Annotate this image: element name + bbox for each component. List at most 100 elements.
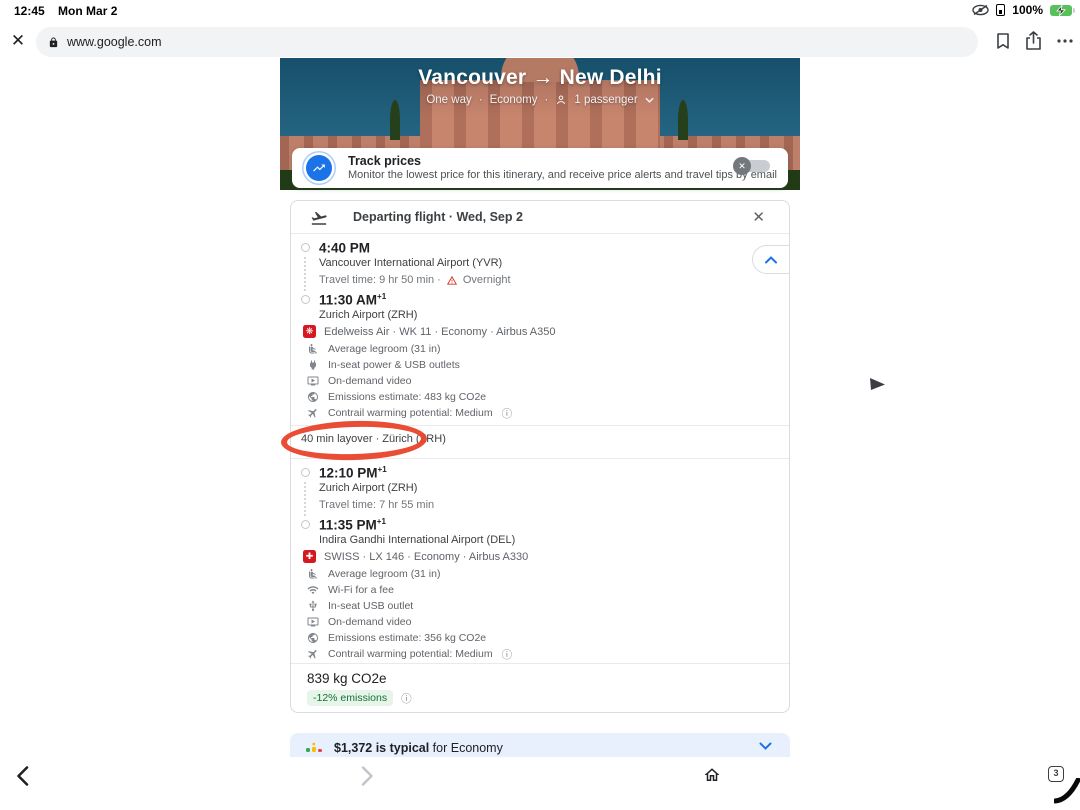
amenity-row: Average legroom (31 in) — [307, 342, 440, 356]
route-destination: New Delhi — [560, 66, 662, 89]
contrail-icon — [307, 407, 319, 419]
chevron-up-icon — [765, 256, 777, 264]
track-prices-card: Track prices Monitor the lowest price fo… — [292, 148, 788, 188]
route-arrow-icon: → — [532, 66, 553, 89]
info-icon[interactable]: ⓘ — [401, 691, 412, 706]
globe-icon — [307, 632, 319, 644]
amenity-row: Average legroom (31 in) — [307, 567, 440, 581]
info-icon[interactable]: ⓘ — [502, 406, 513, 421]
segment2-arrival-time: 11:35 PM+1 — [319, 517, 386, 533]
amenity-row: Contrail warming potential: Medium ⓘ — [307, 406, 512, 420]
segment2-airline-row: ✚ SWISS · LX 146 · Economy · Airbus A330 — [303, 550, 528, 563]
segment1-travel-time: Travel time: 9 hr 50 min · Overnight — [319, 274, 511, 286]
browser-toolbar: ✕ www.google.com — [0, 24, 1080, 60]
chevron-down-icon[interactable] — [759, 742, 772, 751]
departing-flight-title: Departing flight · Wed, Sep 2 — [353, 210, 523, 224]
home-icon[interactable] — [703, 766, 721, 784]
chevron-down-icon[interactable] — [645, 97, 654, 103]
trip-cabin: Economy — [490, 94, 538, 106]
amenity-row: Wi-Fi for a fee — [307, 583, 394, 597]
battery-charging-icon — [1050, 5, 1072, 16]
forward-icon[interactable] — [361, 766, 374, 786]
swiss-logo-icon: ✚ — [303, 550, 316, 563]
mouse-cursor — [870, 377, 886, 392]
share-icon[interactable] — [1025, 31, 1042, 50]
back-icon[interactable] — [16, 766, 29, 786]
warning-icon — [446, 275, 458, 286]
separator: · — [545, 94, 549, 106]
toggle-off-x-icon: ✕ — [733, 157, 751, 175]
hero-tree — [390, 100, 400, 140]
segment2-travel-time: Travel time: 7 hr 55 min — [319, 499, 434, 511]
segment1-airline-info: Edelweiss Air · WK 11 · Economy · Airbus… — [324, 326, 556, 338]
track-prices-toggle[interactable]: ✕ — [740, 160, 770, 172]
status-time: 12:45 — [14, 4, 45, 18]
amenity-row: Contrail warming potential: Medium ⓘ — [307, 647, 512, 661]
segment2-departure-time: 12:10 PM+1 — [319, 465, 387, 481]
battery-percent: 100% — [1012, 3, 1043, 17]
trending-up-icon — [306, 155, 332, 181]
price-graph-icon — [306, 741, 322, 755]
seat-icon — [307, 343, 319, 355]
segment1-arrival-airport: Zurich Airport (ZRH) — [319, 309, 417, 321]
passenger-icon — [555, 94, 567, 106]
total-emissions: 839 kg CO2e — [307, 671, 387, 686]
url-bar[interactable]: www.google.com — [36, 27, 978, 57]
seat-icon — [307, 568, 319, 580]
usb-icon — [307, 600, 319, 612]
track-prices-title: Track prices — [348, 154, 421, 168]
battery-small-icon — [996, 4, 1005, 16]
status-date: Mon Mar 2 — [58, 4, 117, 18]
edelweiss-logo-icon: ❋ — [303, 325, 316, 338]
annotation-stroke — [1054, 778, 1080, 804]
bookmark-icon[interactable] — [995, 32, 1011, 50]
amenity-row: On-demand video — [307, 615, 411, 629]
segment1-departure-time: 4:40 PM — [319, 240, 370, 256]
emissions-badge: -12% emissions — [307, 690, 393, 706]
status-bar: 12:45 Mon Mar 2 100% — [0, 0, 1080, 24]
video-icon — [307, 375, 319, 387]
browser-bottom-nav: 3 — [0, 757, 1080, 810]
timeline-line — [304, 257, 306, 291]
track-prices-description: Monitor the lowest price for this itiner… — [348, 169, 777, 181]
lock-icon — [48, 36, 59, 49]
url-text: www.google.com — [67, 35, 162, 49]
route-title: Vancouver → New Delhi — [280, 66, 800, 90]
privacy-eye-icon — [972, 4, 989, 16]
amenity-row: In-seat power & USB outlets — [307, 358, 460, 372]
segment1-airline-row: ❋ Edelweiss Air · WK 11 · Economy · Airb… — [303, 325, 556, 338]
power-icon — [307, 359, 319, 371]
collapse-details-button[interactable] — [752, 245, 789, 274]
contrail-icon — [307, 648, 319, 660]
route-origin: Vancouver — [418, 66, 526, 89]
overnight-label: Overnight — [463, 274, 511, 286]
globe-icon — [307, 391, 319, 403]
trip-passengers: 1 passenger — [574, 94, 637, 106]
segment1-arrival-time: 11:30 AM+1 — [319, 292, 386, 308]
amenity-row: Emissions estimate: 356 kg CO2e — [307, 631, 486, 645]
timeline-dot — [301, 468, 310, 477]
wifi-icon — [307, 584, 319, 596]
flight-takeoff-icon — [309, 209, 329, 227]
timeline-dot — [301, 295, 310, 304]
status-time-date: 12:45 Mon Mar 2 — [14, 4, 117, 18]
trip-type: One way — [426, 94, 471, 106]
menu-dots-icon[interactable] — [1056, 32, 1074, 50]
timeline-dot — [301, 243, 310, 252]
info-icon[interactable]: ⓘ — [502, 647, 513, 662]
timeline-dot — [301, 520, 310, 529]
video-icon — [307, 616, 319, 628]
amenity-row: In-seat USB outlet — [307, 599, 413, 613]
flight-card-header: Departing flight · Wed, Sep 2 ✕ — [291, 201, 789, 234]
separator: · — [479, 94, 483, 106]
price-insight-text: $1,372 is typical for Economy — [334, 741, 503, 755]
trip-summary[interactable]: One way · Economy · 1 passenger — [280, 94, 800, 106]
screen: 12:45 Mon Mar 2 100% ✕ www.google.com — [0, 0, 1080, 810]
divider — [291, 663, 789, 664]
close-card-icon[interactable]: ✕ — [752, 208, 765, 226]
segment2-airline-info: SWISS · LX 146 · Economy · Airbus A330 — [324, 551, 528, 563]
segment2-arrival-airport: Indira Gandhi International Airport (DEL… — [319, 534, 515, 546]
amenity-row: On-demand video — [307, 374, 411, 388]
hero-tree — [678, 100, 688, 140]
close-tab-icon[interactable]: ✕ — [8, 31, 28, 51]
